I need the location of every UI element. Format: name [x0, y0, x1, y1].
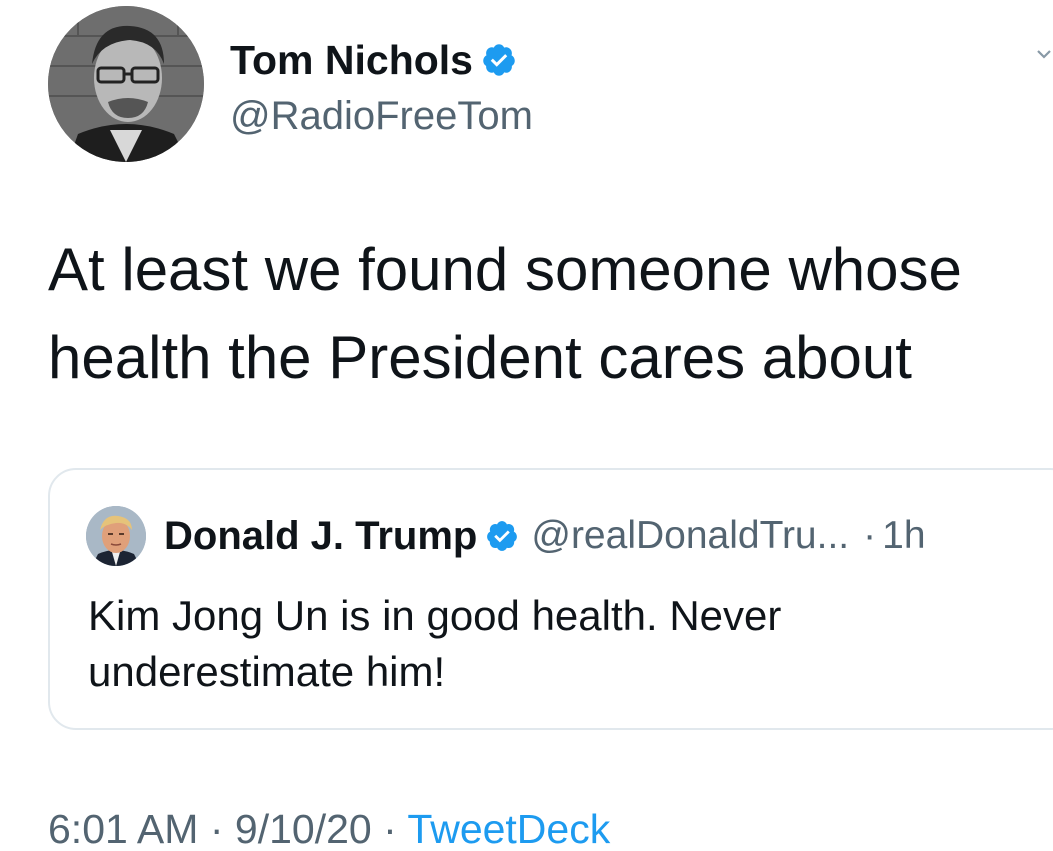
verified-badge-icon	[487, 521, 518, 551]
quoted-author-avatar[interactable]	[86, 506, 146, 566]
separator-dot: ·	[863, 514, 877, 557]
quoted-author-handle[interactable]: @realDonaldTru...	[531, 512, 849, 560]
tweet-footer: 6:01 AM · 9/10/20 · TweetDeck	[48, 804, 610, 851]
author-avatar[interactable]	[48, 6, 204, 162]
separator-dot: ·	[383, 806, 397, 851]
author-handle[interactable]: @RadioFreeTom	[230, 92, 533, 140]
quoted-tweet-header: Donald J. Trump @realDonaldTru... · 1h	[86, 506, 926, 566]
author-name[interactable]: Tom Nichols	[230, 36, 473, 84]
author-name-row[interactable]: Tom Nichols	[230, 36, 517, 84]
quoted-tweet-time[interactable]: 1h	[882, 514, 925, 558]
separator-dot: ·	[209, 806, 224, 851]
tweet-header: Tom Nichols @RadioFreeTom	[46, 6, 1051, 162]
quoted-tweet-card[interactable]: Donald J. Trump @realDonaldTru... · 1h K…	[48, 468, 1053, 730]
tweet-date[interactable]: 9/10/20	[235, 806, 372, 851]
tweet-source-link[interactable]: TweetDeck	[407, 806, 610, 851]
tweet-view: Tom Nichols @RadioFreeTom At least we fo…	[0, 0, 1053, 851]
tweet-time[interactable]: 6:01 AM	[48, 806, 198, 851]
chevron-down-icon[interactable]	[1034, 44, 1053, 64]
quoted-tweet-text: Kim Jong Un is in good health. Never und…	[88, 592, 782, 695]
tweet-text: At least we found someone whose health t…	[48, 236, 962, 391]
quoted-author-name[interactable]: Donald J. Trump	[164, 512, 477, 560]
verified-badge-icon	[483, 44, 515, 76]
